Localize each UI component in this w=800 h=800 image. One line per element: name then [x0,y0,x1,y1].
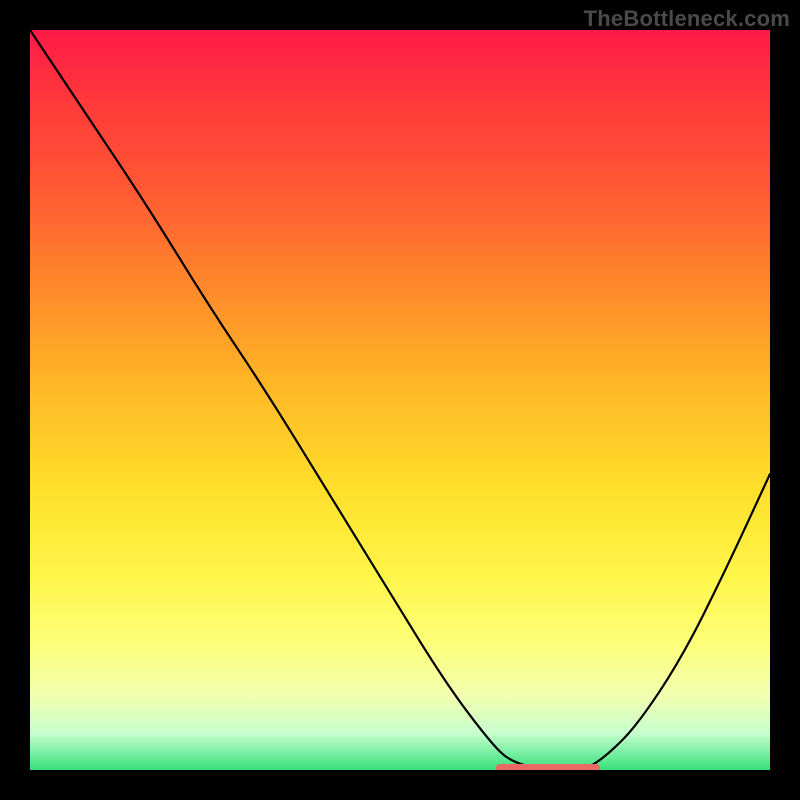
bottleneck-curve [30,30,770,770]
watermark-text: TheBottleneck.com [584,6,790,32]
optimal-range-marker [496,764,600,770]
plot-area [30,30,770,770]
curve-svg [30,30,770,770]
chart-frame: TheBottleneck.com [0,0,800,800]
